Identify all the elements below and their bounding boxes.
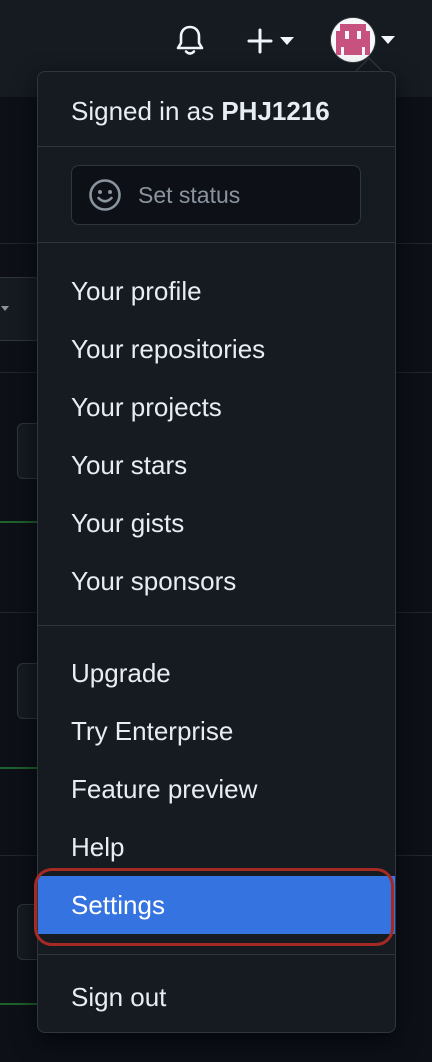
caret-down-icon — [280, 37, 294, 45]
smiley-icon — [89, 179, 121, 211]
menu-item-your-gists[interactable]: Your gists — [38, 497, 395, 549]
background-dropdown-button[interactable] — [0, 277, 40, 341]
menu-item-sign-out[interactable]: Sign out — [38, 971, 395, 1023]
background-accent-line — [0, 767, 40, 769]
menu-item-try-enterprise[interactable]: Try Enterprise — [38, 705, 395, 757]
menu-item-your-profile[interactable]: Your profile — [38, 265, 395, 317]
plus-icon — [247, 28, 273, 54]
background-accent-line — [0, 521, 40, 523]
avatar — [331, 18, 375, 62]
signed-in-prefix: Signed in as — [71, 96, 215, 126]
menu-item-feature-preview[interactable]: Feature preview — [38, 763, 395, 815]
set-status-button[interactable]: Set status — [71, 165, 361, 225]
background-accent-line — [0, 1003, 40, 1005]
notifications-button[interactable] — [171, 22, 209, 60]
menu-item-upgrade[interactable]: Upgrade — [38, 647, 395, 699]
divider — [38, 954, 395, 955]
signed-in-text: Signed in as PHJ1216 — [71, 96, 330, 127]
caret-down-icon — [1, 306, 9, 311]
menu-item-settings[interactable]: Settings — [38, 876, 395, 934]
menu-item-help[interactable]: Help — [38, 821, 395, 873]
divider — [38, 625, 395, 626]
create-new-button[interactable] — [246, 22, 304, 60]
divider — [38, 242, 395, 243]
page: Signed in as PHJ1216 Set status Your pro… — [0, 0, 432, 1062]
identicon-image — [331, 18, 375, 62]
divider — [38, 146, 395, 147]
bell-icon — [176, 25, 204, 55]
menu-item-your-repositories[interactable]: Your repositories — [38, 323, 395, 375]
menu-item-your-projects[interactable]: Your projects — [38, 381, 395, 433]
menu-item-your-sponsors[interactable]: Your sponsors — [38, 555, 395, 607]
user-dropdown-menu: Signed in as PHJ1216 Set status Your pro… — [34, 71, 396, 1033]
menu-item-your-stars[interactable]: Your stars — [38, 439, 395, 491]
set-status-label: Set status — [138, 181, 241, 208]
user-menu-button[interactable] — [331, 18, 401, 62]
username: PHJ1216 — [221, 96, 330, 126]
caret-down-icon — [381, 36, 395, 44]
